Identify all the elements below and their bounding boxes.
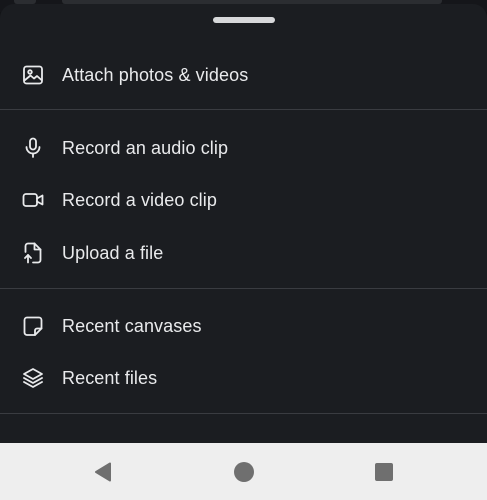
recent-files-label: Recent files — [62, 367, 158, 388]
recent-canvases-item[interactable]: Recent canvases — [0, 300, 487, 352]
image-icon — [21, 63, 45, 87]
file-upload-icon — [21, 241, 45, 265]
record-audio-clip-item[interactable]: Record an audio clip — [0, 122, 487, 174]
attachment-bottom-sheet: Attach photos & videos Record an audio c… — [0, 4, 487, 443]
record-audio-clip-label: Record an audio clip — [62, 137, 229, 158]
recents-button[interactable] — [369, 457, 399, 487]
home-icon — [233, 461, 255, 483]
attach-photos-videos-item[interactable]: Attach photos & videos — [0, 49, 487, 101]
back-button[interactable] — [88, 457, 118, 487]
record-video-clip-label: Record a video clip — [62, 189, 217, 210]
home-button[interactable] — [229, 457, 259, 487]
upload-file-item[interactable]: Upload a file — [0, 227, 487, 279]
recent-files-item[interactable]: Recent files — [0, 352, 487, 404]
video-camera-icon — [21, 188, 45, 212]
record-video-clip-item[interactable]: Record a video clip — [0, 174, 487, 226]
canvas-icon — [21, 314, 45, 338]
divider — [0, 413, 487, 414]
recent-canvases-label: Recent canvases — [62, 315, 202, 336]
divider — [0, 109, 487, 110]
recents-icon — [374, 462, 394, 482]
microphone-icon — [21, 136, 45, 160]
screen: Attach photos & videos Record an audio c… — [0, 0, 487, 500]
drag-handle[interactable] — [213, 17, 275, 23]
back-icon — [92, 461, 114, 483]
divider — [0, 288, 487, 289]
system-navigation-bar — [0, 443, 487, 500]
layers-icon — [21, 366, 45, 390]
upload-file-label: Upload a file — [62, 242, 164, 263]
attach-photos-videos-label: Attach photos & videos — [62, 64, 249, 85]
